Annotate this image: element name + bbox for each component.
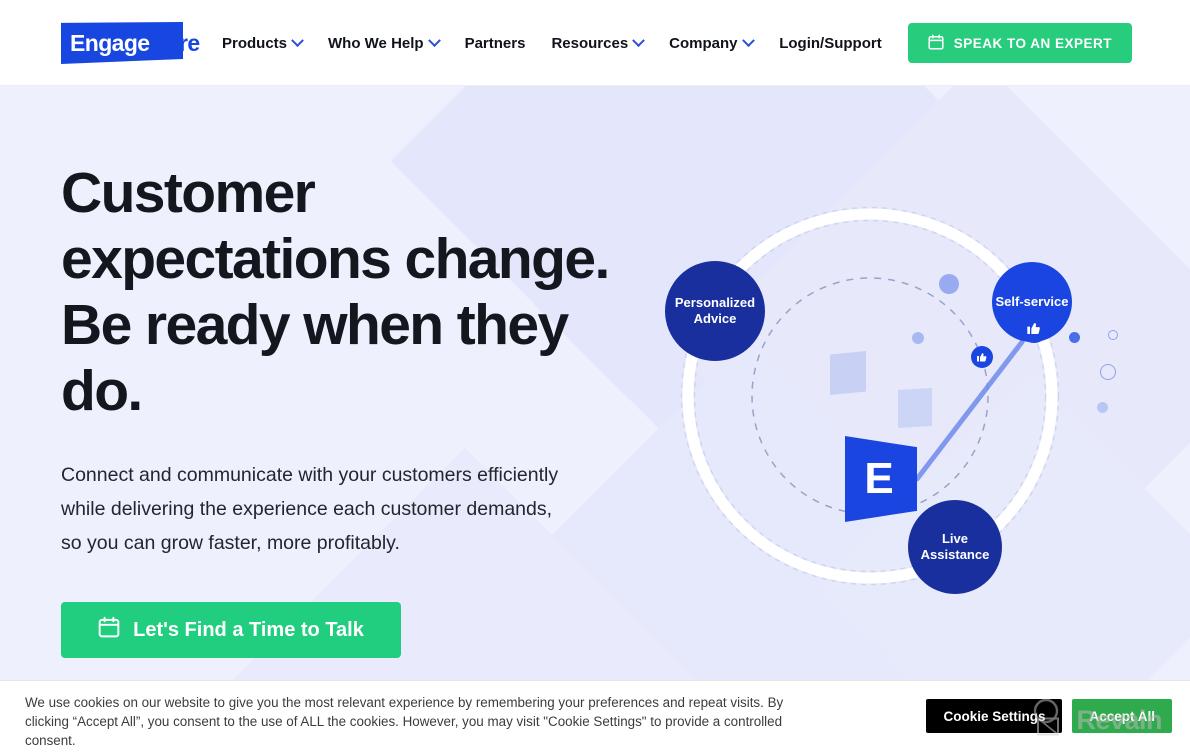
nav-label: Partners bbox=[464, 34, 526, 52]
nav-item-partners[interactable]: Partners bbox=[465, 35, 526, 52]
calendar-icon bbox=[928, 33, 944, 53]
nav-item-resources[interactable]: Resources bbox=[551, 33, 646, 52]
decorative-circle-outline bbox=[1108, 330, 1118, 340]
decorative-dot bbox=[1097, 402, 1108, 413]
nav-item-who-we-help[interactable]: Who We Help bbox=[328, 33, 441, 52]
nav-item-products[interactable]: Products bbox=[222, 33, 304, 52]
node-label: Live Assistance bbox=[920, 531, 990, 562]
decorative-shape bbox=[830, 351, 866, 395]
site-header: Engageware Products Who We Help Partners… bbox=[0, 0, 1190, 86]
decorative-circle-outline bbox=[1100, 364, 1116, 380]
node-label: Personalized Advice bbox=[674, 295, 756, 326]
illustration-node-live-assistance: Live Assistance bbox=[908, 500, 1002, 594]
nav-label: Company bbox=[669, 34, 738, 52]
decorative-dot bbox=[912, 332, 924, 344]
cookie-banner-actions: Cookie Settings Accept All bbox=[926, 699, 1172, 733]
thumbs-up-icon bbox=[1019, 313, 1049, 343]
cookie-settings-button[interactable]: Cookie Settings bbox=[926, 699, 1063, 733]
node-label: Self-service bbox=[995, 294, 1069, 309]
hero-subtitle: Connect and communicate with your custom… bbox=[61, 464, 559, 554]
login-support-link[interactable]: Login/Support bbox=[779, 35, 881, 52]
nav-label: Products bbox=[222, 34, 288, 52]
chevron-down-icon bbox=[427, 33, 441, 47]
cookie-banner-text: We use cookies on our website to give yo… bbox=[25, 695, 784, 748]
engageware-core-mark: E bbox=[845, 436, 917, 522]
hero-title: Customer expectations change. Be ready w… bbox=[61, 161, 610, 423]
chevron-down-icon bbox=[741, 33, 755, 47]
logo-text-part1: Engage bbox=[70, 30, 150, 56]
nav-label: Resources bbox=[551, 34, 629, 52]
logo-text-part2: ware bbox=[149, 30, 200, 56]
nav-item-company[interactable]: Company bbox=[669, 33, 755, 52]
chevron-down-icon bbox=[632, 33, 646, 47]
lets-find-a-time-to-talk-button[interactable]: Let's Find a Time to Talk bbox=[61, 602, 401, 658]
hero-cta-label: Let's Find a Time to Talk bbox=[133, 618, 364, 641]
cookie-consent-banner: We use cookies on our website to give yo… bbox=[0, 680, 1190, 753]
accept-all-button[interactable]: Accept All bbox=[1072, 699, 1172, 733]
header-actions: Login/Support SPEAK TO AN EXPERT bbox=[779, 0, 1132, 86]
illustration-node-personalized-advice: Personalized Advice bbox=[665, 261, 765, 361]
illustration-rings bbox=[680, 206, 1060, 586]
hero-illustration: E Personalized Advice Self-service Live … bbox=[640, 166, 1118, 626]
chevron-down-icon bbox=[291, 33, 304, 47]
page-root: Engageware Products Who We Help Partners… bbox=[0, 0, 1190, 753]
engageware-logo[interactable]: Engageware bbox=[61, 22, 203, 64]
hero-copy: Customer expectations change. Be ready w… bbox=[61, 160, 621, 658]
main-nav: Products Who We Help Partners Resources … bbox=[222, 0, 755, 86]
calendar-icon bbox=[98, 616, 120, 644]
logo-text: Engageware bbox=[70, 31, 200, 55]
speak-to-an-expert-button[interactable]: SPEAK TO AN EXPERT bbox=[907, 23, 1132, 63]
decorative-shape bbox=[898, 388, 932, 428]
hero-section: Customer expectations change. Be ready w… bbox=[0, 86, 1190, 753]
thumbs-up-icon bbox=[971, 346, 993, 368]
decorative-dot bbox=[1069, 332, 1080, 343]
nav-label: Who We Help bbox=[328, 34, 424, 52]
core-letter: E bbox=[864, 453, 894, 503]
speak-to-an-expert-label: SPEAK TO AN EXPERT bbox=[953, 35, 1112, 51]
decorative-dot bbox=[939, 274, 959, 294]
